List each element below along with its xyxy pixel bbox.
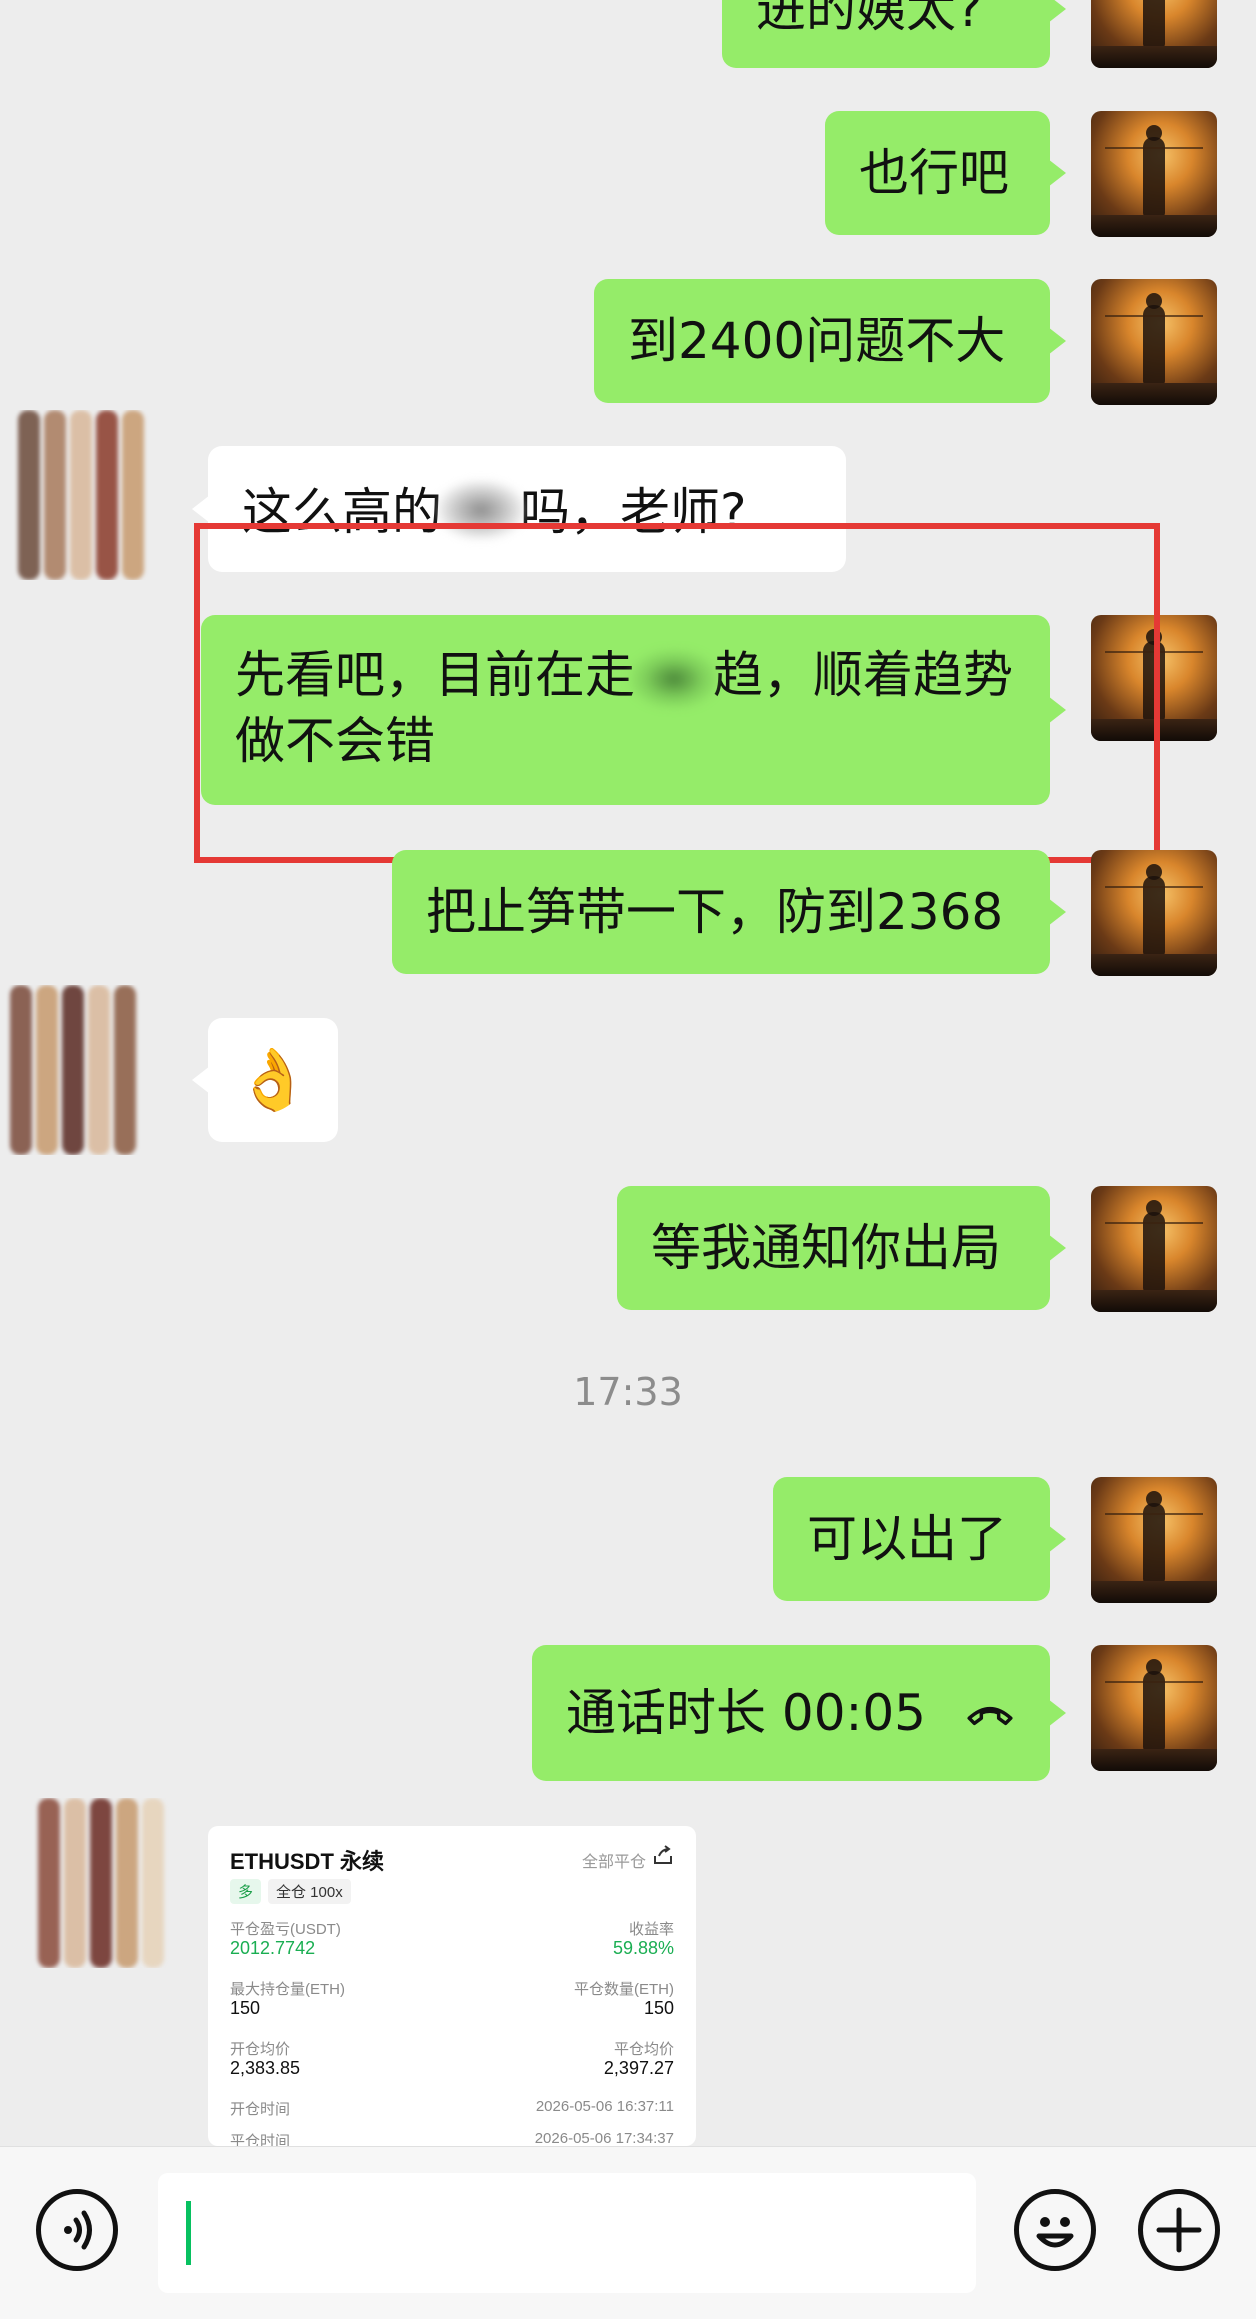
my-avatar[interactable] <box>1091 111 1217 237</box>
margin-mode-tag: 全仓 100x <box>268 1879 351 1904</box>
message-bubble-received[interactable]: 👌 <box>192 1018 338 1142</box>
message-bubble-sent[interactable]: 也行吧 <box>825 111 1066 235</box>
my-avatar[interactable] <box>1091 1186 1217 1312</box>
message-input[interactable] <box>158 2173 976 2293</box>
pnl-value: 2012.7742 <box>230 1938 316 1958</box>
open-time-label: 开仓时间 <box>230 2101 291 2118</box>
call-record-bubble[interactable]: 通话时长 00:05 <box>532 1645 1066 1781</box>
message-text: 进的姨太? <box>756 0 983 38</box>
max-position-value: 150 <box>230 1998 261 2018</box>
close-qty-value: 150 <box>643 1998 674 2018</box>
contact-avatar[interactable] <box>30 1798 190 1968</box>
my-avatar[interactable] <box>1091 1645 1217 1771</box>
close-all-link: 全部平仓 <box>581 1854 646 1871</box>
message-bubble-sent[interactable]: 到2400问题不大 <box>594 279 1066 403</box>
contact-avatar[interactable] <box>0 985 160 1155</box>
close-avg-value: 2,397.27 <box>603 2058 674 2078</box>
close-time-value: 2026-05-06 17:34:37 <box>534 2130 674 2146</box>
my-avatar[interactable] <box>1091 850 1217 976</box>
phone-hangup-icon <box>967 1706 1013 1726</box>
plus-button[interactable] <box>1138 2189 1220 2271</box>
ok-hand-emoji: 👌 <box>235 1045 311 1115</box>
contact-avatar[interactable] <box>10 410 170 580</box>
pnl-label: 平仓盈亏(USDT) <box>230 1921 341 1938</box>
share-icon <box>654 1845 672 1864</box>
my-avatar[interactable] <box>1091 1477 1217 1603</box>
open-time-value: 2026-05-06 16:37:11 <box>535 2098 674 2115</box>
position-side-tag: 多 <box>230 1879 262 1904</box>
card-title: ETHUSDT 永续 <box>230 1849 385 1874</box>
message-text: 到2400问题不大 <box>628 312 1006 370</box>
close-avg-label: 平仓均价 <box>613 2041 674 2058</box>
my-avatar[interactable] <box>1091 279 1217 405</box>
trade-screenshot-card[interactable]: ETHUSDT 永续 全部平仓 多 全仓 100x 平仓盈亏(USDT) 201… <box>208 1826 696 2146</box>
close-time-label: 平仓时间 <box>230 2133 291 2146</box>
message-text: 把止笋带一下，防到2368 <box>426 883 1004 941</box>
voice-icon <box>64 2210 92 2250</box>
open-avg-label: 开仓均价 <box>230 2041 291 2058</box>
message-text: 也行吧 <box>859 144 1009 202</box>
message-bubble-sent[interactable]: 把止笋带一下，防到2368 <box>392 850 1066 974</box>
message-bubble-sent[interactable]: 可以出了 <box>773 1477 1066 1601</box>
message-text: 可以出了 <box>807 1510 1007 1568</box>
message-bubble-sent[interactable]: 等我通知你出局 <box>617 1186 1066 1310</box>
max-position-label: 最大持仓量(ETH) <box>230 1981 345 1998</box>
close-qty-label: 平仓数量(ETH) <box>574 1981 674 1998</box>
chat-input-bar <box>0 2146 1256 2319</box>
message-bubble-sent[interactable]: 进的姨太? <box>722 0 1066 68</box>
open-avg-value: 2,383.85 <box>230 2058 301 2078</box>
text-caret <box>186 2201 191 2265</box>
roi-label: 收益率 <box>628 1921 674 1938</box>
call-duration-text: 通话时长 00:05 <box>566 1684 926 1742</box>
my-avatar[interactable] <box>1091 0 1217 68</box>
chat-timestamp: 17:33 <box>573 1370 683 1414</box>
plus-icon <box>1156 2207 1202 2253</box>
voice-button[interactable] <box>36 2189 118 2271</box>
emoji-icon <box>1036 2217 1074 2248</box>
emoji-button[interactable] <box>1014 2189 1096 2271</box>
message-text: 等我通知你出局 <box>651 1219 1001 1277</box>
roi-value: 59.88% <box>612 1938 674 1958</box>
highlight-box <box>194 523 1160 863</box>
